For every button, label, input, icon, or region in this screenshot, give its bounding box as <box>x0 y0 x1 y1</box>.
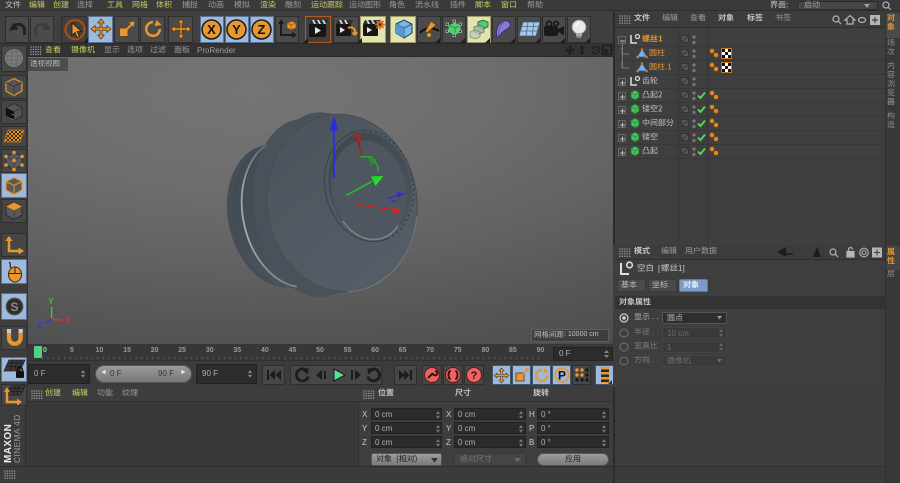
svg-text:Z: Z <box>258 22 266 37</box>
svg-text:Y: Y <box>48 297 54 306</box>
svg-text:Z: Z <box>37 321 42 330</box>
svg-text:P: P <box>558 369 566 383</box>
svg-text:S: S <box>10 300 18 314</box>
svg-text:X: X <box>65 317 71 326</box>
svg-text:?: ? <box>471 370 478 382</box>
svg-text:Y: Y <box>232 22 241 37</box>
svg-text:X: X <box>207 22 216 37</box>
